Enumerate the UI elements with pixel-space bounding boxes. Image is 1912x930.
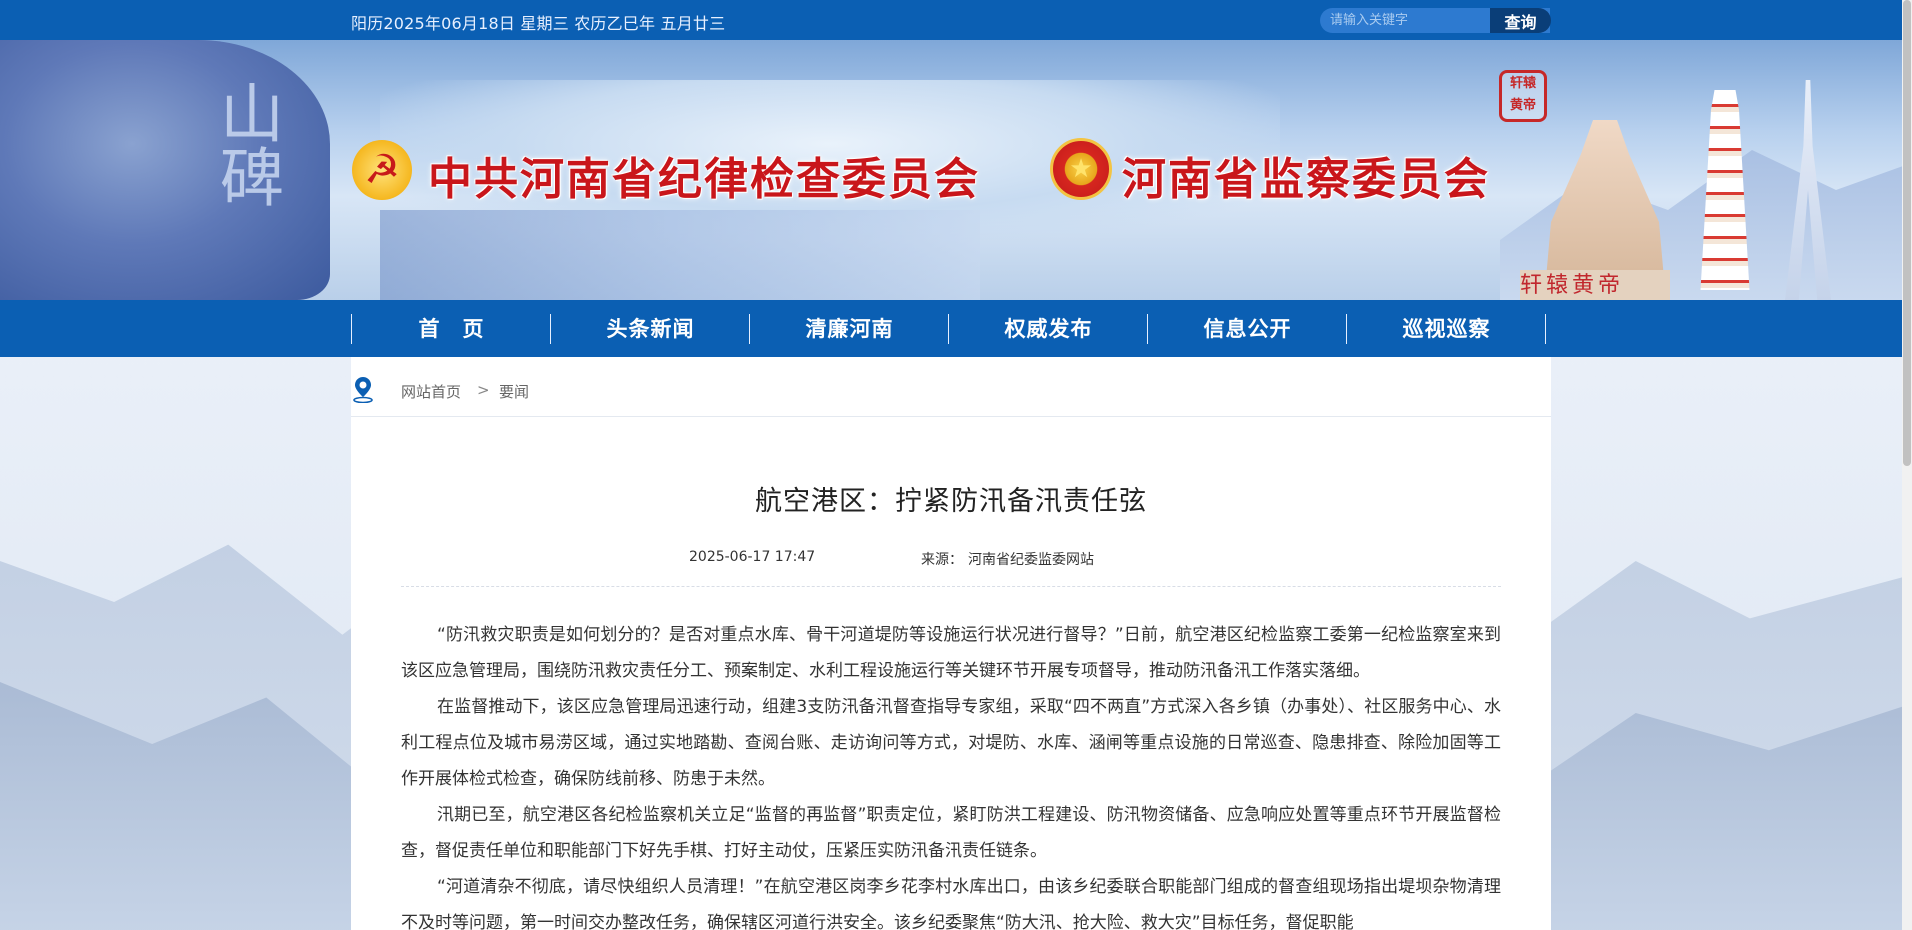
article-paragraph: 汛期已至，航空港区各纪检监察机关立足“监督的再监督”职责定位，紧盯防洪工程建设、… xyxy=(401,805,1501,861)
fields-landscape xyxy=(380,210,980,300)
source-label: 来源： xyxy=(921,552,963,568)
statue-image xyxy=(1545,120,1665,290)
search-button[interactable]: 查询 xyxy=(1490,8,1551,33)
article-paragraph: “防汛救灾职责是如何划分的？是否对重点水库、骨干河道堤防等设施运行状况进行督导？… xyxy=(401,625,1501,681)
top-bar: 阳历2025年06月18日 星期三 农历乙巳年 五月廿三 查询 xyxy=(0,0,1902,40)
nav-item-inspection[interactable]: 巡视巡察 xyxy=(1346,314,1546,344)
source-name: 河南省纪委监委网站 xyxy=(968,552,1094,568)
breadcrumb: 网站首页 > 要闻 xyxy=(351,357,1551,417)
article-body: “防汛救灾职责是如何划分的？是否对重点水库、骨干河道堤防等设施运行状况进行督导？… xyxy=(401,617,1501,930)
site-title-supervisory-commission: 河南省监察委员会 xyxy=(1122,154,1490,205)
nav-item-home[interactable]: 首 页 xyxy=(351,314,551,344)
breadcrumb-separator: > xyxy=(477,381,490,399)
article-paragraph: “河道清杂不彻底，请尽快组织人员清理！”在航空港区岗李乡花李村水库出口，由该乡纪… xyxy=(401,877,1501,930)
scrollbar-thumb[interactable] xyxy=(1903,0,1911,466)
statue-inscription: 轩辕黄帝 xyxy=(1520,273,1625,298)
seal-icon: 轩辕 黄帝 xyxy=(1499,70,1547,122)
cliff-image: 山碑 xyxy=(0,40,330,300)
meta-divider xyxy=(401,586,1501,587)
nav-item-disclosure[interactable]: 信息公开 xyxy=(1147,314,1347,344)
location-pin-icon xyxy=(353,377,373,403)
site-title-discipline-commission: 中共河南省纪律检查委员会 xyxy=(428,154,980,205)
breadcrumb-home-link[interactable]: 网站首页 xyxy=(401,381,461,402)
article-container: 网站首页 > 要闻 航空港区：拧紧防汛备汛责任弦 2025-06-17 17:4… xyxy=(351,357,1551,930)
nav-item-releases[interactable]: 权威发布 xyxy=(948,314,1148,344)
nav-divider xyxy=(1545,314,1546,344)
party-emblem-icon: ☭ xyxy=(352,140,412,200)
breadcrumb-current-link[interactable]: 要闻 xyxy=(499,381,529,402)
nav-item-clean-henan[interactable]: 清廉河南 xyxy=(749,314,949,344)
article-paragraph: 在监督推动下，该区应急管理局迅速行动，组建3支防汛备汛督查指导专家组，采取“四不… xyxy=(401,697,1501,789)
cliff-inscription: 山碑 xyxy=(209,80,283,208)
article-title: 航空港区：拧紧防汛备汛责任弦 xyxy=(755,486,1147,517)
national-emblem-icon: ★ xyxy=(1050,138,1112,200)
publish-date: 2025-06-17 17:47 xyxy=(689,549,816,565)
nav-item-headlines[interactable]: 头条新闻 xyxy=(550,314,750,344)
main-nav: 首 页 头条新闻 清廉河南 权威发布 信息公开 巡视巡察 xyxy=(0,300,1902,357)
calendar-date: 阳历2025年06月18日 星期三 农历乙巳年 五月廿三 xyxy=(351,14,726,33)
